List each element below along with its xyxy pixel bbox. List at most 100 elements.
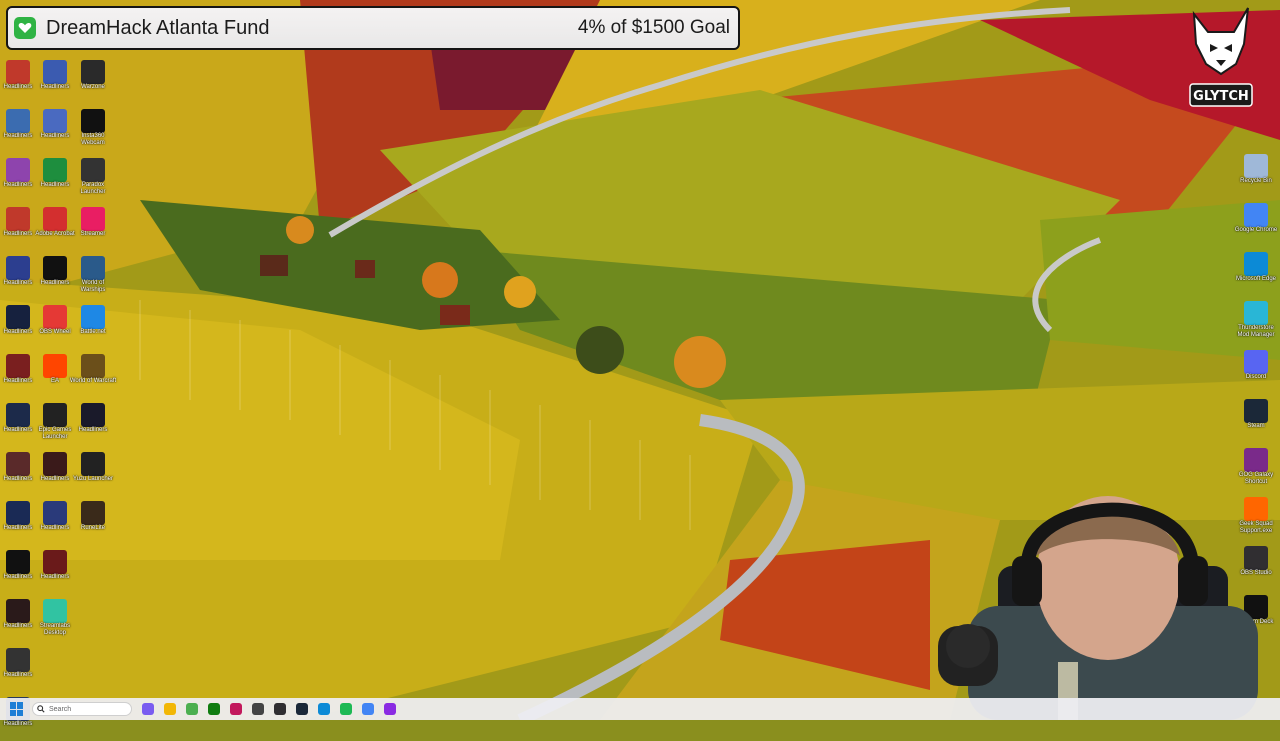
desktop-shortcut[interactable]: Headliners	[69, 399, 117, 447]
logo-text: GLYTCH	[1193, 89, 1249, 104]
taskbar-apps	[132, 703, 396, 715]
search-icon	[37, 705, 45, 713]
app-icon	[43, 501, 67, 525]
desktop-shortcut[interactable]: Steam	[1232, 395, 1280, 443]
app-icon	[81, 207, 105, 231]
file-explorer-icon[interactable]	[164, 703, 176, 715]
desktop-shortcut[interactable]: GOG Galaxy Shortcut	[1232, 444, 1280, 492]
app-icon	[1244, 350, 1268, 374]
copilot-icon[interactable]	[142, 703, 154, 715]
desktop-shortcut-label: Discord	[1245, 374, 1267, 380]
desktop-shortcut-label: Insta360 Webcam	[81, 133, 105, 146]
store-icon[interactable]	[230, 703, 242, 715]
app-icon	[1244, 252, 1268, 276]
app-icon	[43, 207, 67, 231]
webcam-feed	[938, 496, 1258, 720]
app-icon	[43, 109, 67, 133]
desktop-shortcut-label: Google Chrome	[1234, 227, 1278, 233]
app-icon	[6, 452, 30, 476]
desktop-shortcut[interactable]: Headliners	[31, 546, 79, 594]
desktop-shortcut-label: World of Warships	[80, 280, 106, 293]
app-icon	[43, 452, 67, 476]
app-icon	[81, 354, 105, 378]
app-icon	[81, 60, 105, 84]
desktop-shortcut[interactable]: World of Warcraft	[69, 350, 117, 398]
desktop-shortcut[interactable]: Recycle Bin	[1232, 150, 1280, 198]
steam-icon[interactable]	[296, 703, 308, 715]
app-icon	[81, 452, 105, 476]
app-icon	[43, 354, 67, 378]
app-icon	[1244, 399, 1268, 423]
desktop-shortcut[interactable]: World of Warships	[69, 252, 117, 300]
desktop-shortcut-label: Streamer	[80, 231, 106, 237]
desktop-shortcut-label: GOG Galaxy Shortcut	[1238, 472, 1274, 485]
app-icon	[6, 60, 30, 84]
heart-icon	[14, 17, 36, 39]
spotify-icon[interactable]	[340, 703, 352, 715]
donation-goal-bar: DreamHack Atlanta Fund 4% of $1500 Goal	[6, 6, 740, 50]
desktop-shortcut[interactable]: Thunderstore Mod Manager	[1232, 297, 1280, 345]
desktop-shortcut-label: Headliners	[3, 672, 33, 678]
desktop-shortcut-label: Streamlabs Desktop	[39, 623, 71, 636]
app-icon	[6, 256, 30, 280]
app-icon	[43, 550, 67, 574]
desktop-shortcut[interactable]: Insta360 Webcam	[69, 105, 117, 153]
desktop-shortcut[interactable]: Yuzu Launcher	[69, 448, 117, 496]
app-icon	[43, 158, 67, 182]
desktop-shortcut-label: Microsoft Edge	[1235, 276, 1277, 282]
xbox-icon[interactable]	[208, 703, 220, 715]
streamlabs-icon[interactable]	[384, 703, 396, 715]
taskbar: Search	[0, 698, 1280, 720]
app-icon[interactable]	[252, 703, 264, 715]
app-icon	[6, 207, 30, 231]
app-icon	[6, 109, 30, 133]
desktop-shortcut[interactable]: Microsoft Edge	[1232, 248, 1280, 296]
app-icon	[81, 109, 105, 133]
desktop-shortcut-label: Recycle Bin	[1240, 178, 1272, 184]
search-placeholder: Search	[49, 705, 72, 713]
desktop-shortcut-label: Headliners	[3, 721, 33, 727]
desktop-shortcut[interactable]: Google Chrome	[1232, 199, 1280, 247]
windows-start-icon[interactable]	[10, 702, 24, 716]
app-icon	[1244, 203, 1268, 227]
app-icon	[1244, 301, 1268, 325]
desktop-shortcut[interactable]: Warzone	[69, 56, 117, 104]
edge-icon[interactable]	[318, 703, 330, 715]
desktop-shortcut-label: Battle.net	[80, 329, 106, 335]
app-icon	[1244, 154, 1268, 178]
chrome-icon[interactable]	[362, 703, 374, 715]
app-icon	[6, 354, 30, 378]
desktop-shortcut-label: Headliners	[40, 574, 70, 580]
minecraft-icon[interactable]	[186, 703, 198, 715]
app-icon	[43, 305, 67, 329]
desktop-shortcut[interactable]: Streamer	[69, 203, 117, 251]
desktop-shortcut-label: World of Warcraft	[69, 378, 117, 384]
desktop-shortcut-label: Warzone	[81, 84, 105, 90]
desktop-shortcut[interactable]: Paradox Launcher	[69, 154, 117, 202]
obs-icon[interactable]	[274, 703, 286, 715]
app-icon	[81, 305, 105, 329]
app-icon	[6, 648, 30, 672]
desktop-shortcut[interactable]: RuneLite	[69, 497, 117, 545]
app-icon	[6, 158, 30, 182]
desktop-shortcut-label: Paradox Launcher	[80, 182, 106, 195]
app-icon	[6, 501, 30, 525]
app-icon	[43, 403, 67, 427]
desktop-shortcut[interactable]: Streamlabs Desktop	[31, 595, 79, 643]
desktop-shortcut-label: Steam	[1247, 423, 1265, 429]
desktop-shortcut[interactable]: Discord	[1232, 346, 1280, 394]
taskbar-search-input[interactable]: Search	[32, 702, 132, 716]
app-icon	[6, 599, 30, 623]
fox-logo-icon: GLYTCH	[1189, 7, 1253, 107]
desktop-shortcut[interactable]: Headliners	[0, 644, 42, 692]
app-icon	[6, 305, 30, 329]
app-icon	[6, 550, 30, 574]
app-icon	[1244, 448, 1268, 472]
desktop-shortcut[interactable]: Battle.net	[69, 301, 117, 349]
desktop-shortcut-label: RuneLite	[80, 525, 106, 531]
app-icon	[81, 403, 105, 427]
goal-title: DreamHack Atlanta Fund	[46, 16, 270, 39]
app-icon	[81, 158, 105, 182]
goal-progress-text: 4% of $1500 Goal	[577, 17, 730, 38]
app-icon	[43, 599, 67, 623]
